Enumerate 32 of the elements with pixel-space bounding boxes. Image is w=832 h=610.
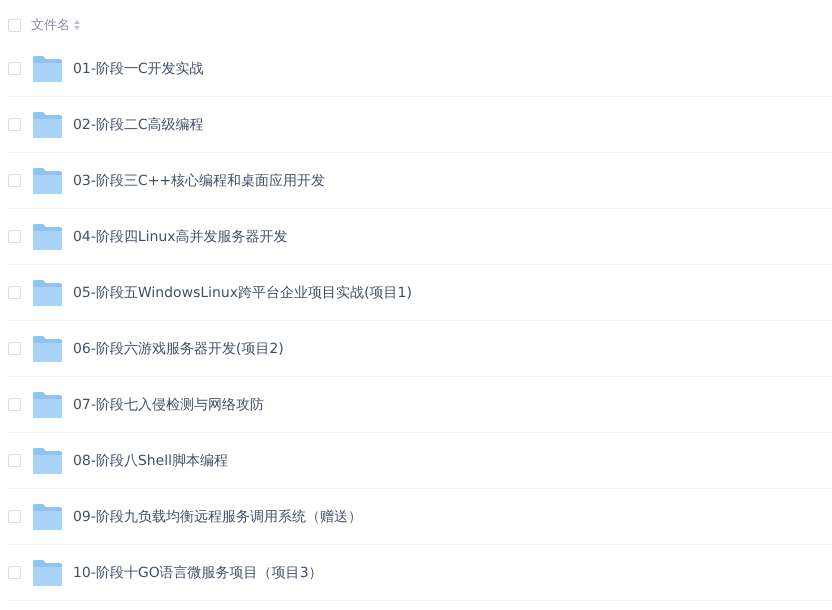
folder-icon: [33, 336, 62, 362]
row-checkbox[interactable]: [8, 510, 21, 523]
row-checkbox[interactable]: [8, 566, 21, 579]
row-checkbox[interactable]: [8, 454, 21, 467]
folder-name[interactable]: 01-阶段一C开发实战: [73, 60, 204, 78]
folder-name[interactable]: 02-阶段二C高级编程: [73, 116, 204, 134]
folder-icon: [33, 504, 62, 530]
row-checkbox[interactable]: [8, 174, 21, 187]
row-checkbox[interactable]: [8, 62, 21, 75]
folder-icon: [33, 392, 62, 418]
folder-icon: [33, 112, 62, 138]
folder-icon: [33, 280, 62, 306]
folder-icon: [33, 448, 62, 474]
folder-name[interactable]: 06-阶段六游戏服务器开发(项目2): [73, 340, 284, 358]
folder-name[interactable]: 04-阶段四Linux高并发服务器开发: [73, 228, 288, 246]
select-all-checkbox[interactable]: [8, 18, 21, 32]
folder-icon: [33, 224, 62, 250]
folder-icon: [33, 560, 62, 586]
folder-name[interactable]: 08-阶段八Shell脚本编程: [73, 452, 228, 470]
row-checkbox[interactable]: [8, 230, 21, 243]
row-checkbox[interactable]: [8, 398, 21, 411]
folder-icon: [33, 56, 62, 82]
folder-name[interactable]: 03-阶段三C++核心编程和桌面应用开发: [73, 172, 326, 190]
folder-name[interactable]: 05-阶段五WindowsLinux跨平台企业项目实战(项目1): [73, 284, 412, 302]
folder-icon: [33, 168, 62, 194]
sort-icon[interactable]: [74, 20, 80, 30]
folder-name[interactable]: 07-阶段七入侵检测与网络攻防: [73, 396, 264, 414]
row-checkbox[interactable]: [8, 342, 21, 355]
folder-name[interactable]: 09-阶段九负载均衡远程服务调用系统（赠送）: [73, 508, 362, 526]
row-checkbox[interactable]: [8, 286, 21, 299]
row-checkbox[interactable]: [8, 118, 21, 131]
folder-name[interactable]: 10-阶段十GO语言微服务项目（项目3）: [73, 564, 323, 582]
